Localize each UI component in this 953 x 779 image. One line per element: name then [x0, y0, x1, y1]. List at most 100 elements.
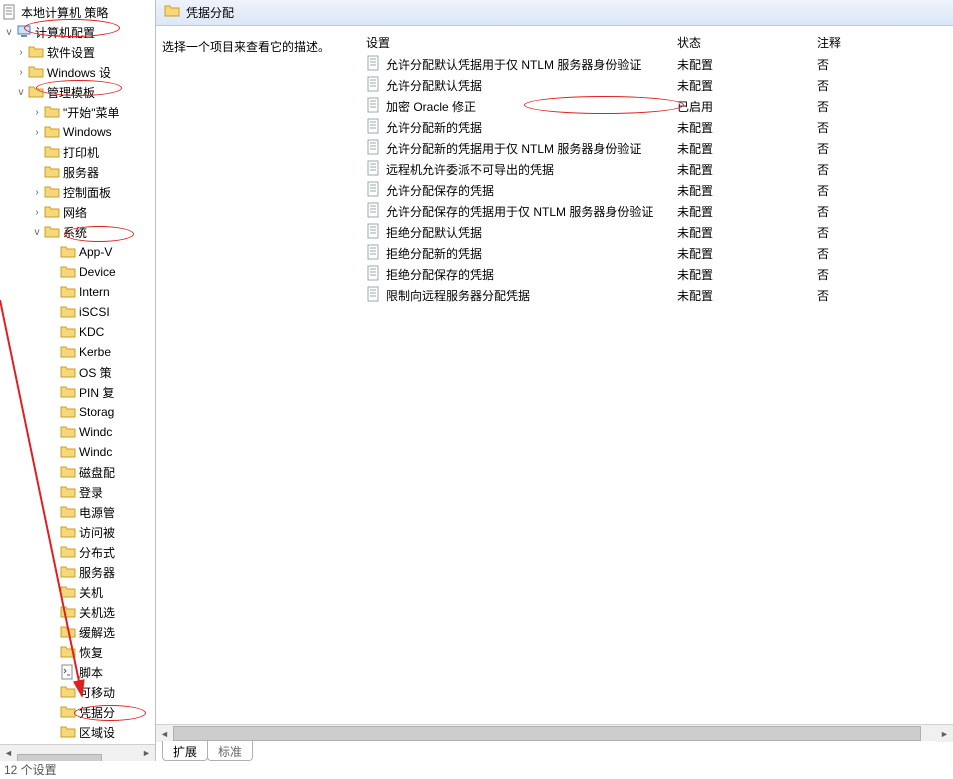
tree-item[interactable]: 可移动 [0, 682, 155, 702]
tree-computer-config[interactable]: v 计算机配置 [0, 22, 155, 42]
expander-icon[interactable]: › [30, 207, 44, 218]
tree-item[interactable]: v系统 [0, 222, 155, 242]
tree-item[interactable]: 访问被 [0, 522, 155, 542]
expander-icon[interactable]: › [30, 127, 44, 138]
tree-item[interactable]: Windc [0, 442, 155, 462]
scroll-left-icon[interactable]: ◄ [0, 745, 17, 762]
tree-item[interactable]: ›网络 [0, 202, 155, 222]
col-note[interactable]: 注释 [813, 34, 953, 51]
tree-item[interactable]: Windc [0, 422, 155, 442]
tree-label: 关机 [79, 584, 103, 601]
setting-label: 拒绝分配默认凭据 [386, 224, 482, 241]
tree-label: Device [79, 265, 116, 279]
tree-item[interactable]: 磁盘配 [0, 462, 155, 482]
tree-item[interactable]: iSCSI [0, 302, 155, 322]
folder-icon [60, 704, 76, 720]
tab-standard[interactable]: 标准 [207, 741, 253, 761]
expander-icon[interactable]: › [14, 67, 28, 78]
list-row[interactable]: 拒绝分配新的凭据未配置否 [362, 243, 953, 264]
horizontal-scrollbar[interactable]: ◄ ► [0, 744, 155, 761]
status-bar: 12 个设置 [0, 761, 57, 779]
col-setting[interactable]: 设置 [362, 34, 673, 51]
tree-item[interactable]: 登录 [0, 482, 155, 502]
tab-extended[interactable]: 扩展 [162, 741, 208, 761]
tree-item[interactable]: 缓解选 [0, 622, 155, 642]
scroll-left-icon[interactable]: ◄ [156, 725, 173, 742]
tree-item[interactable]: PIN 复 [0, 382, 155, 402]
tree-item[interactable]: OS 策 [0, 362, 155, 382]
list-row[interactable]: 加密 Oracle 修正已启用否 [362, 96, 953, 117]
tree-item[interactable]: Intern [0, 282, 155, 302]
list-row[interactable]: 允许分配默认凭据未配置否 [362, 75, 953, 96]
folder-icon [60, 584, 76, 600]
list-row[interactable]: 拒绝分配保存的凭据未配置否 [362, 264, 953, 285]
list-row[interactable]: 允许分配新的凭据未配置否 [362, 117, 953, 138]
tree-label: 服务器 [63, 164, 99, 181]
tree-label: 区域设 [79, 724, 115, 741]
setting-label: 允许分配新的凭据用于仅 NTLM 服务器身份验证 [386, 140, 641, 157]
tree-item[interactable]: 电源管 [0, 502, 155, 522]
list-row[interactable]: 允许分配默认凭据用于仅 NTLM 服务器身份验证未配置否 [362, 54, 953, 75]
setting-note: 否 [813, 245, 953, 262]
setting-note: 否 [813, 98, 953, 115]
tree-item[interactable]: 服务器 [0, 562, 155, 582]
tree-item[interactable]: ›控制面板 [0, 182, 155, 202]
folder-icon [60, 684, 76, 700]
policy-icon [2, 4, 18, 20]
tree-item[interactable]: 关机 [0, 582, 155, 602]
expander-icon[interactable]: v [2, 27, 16, 38]
tree-item[interactable]: 恢复 [0, 642, 155, 662]
list-row[interactable]: 限制向远程服务器分配凭据未配置否 [362, 285, 953, 306]
tree-item[interactable]: App-V [0, 242, 155, 262]
tree-item[interactable]: v管理模板 [0, 82, 155, 102]
tree-label: Storag [79, 405, 114, 419]
tree-item[interactable]: 区域设 [0, 722, 155, 742]
scroll-right-icon[interactable]: ► [936, 725, 953, 742]
tree-item[interactable]: 脚本 [0, 662, 155, 682]
tree-root-item[interactable]: 本地计算机 策略 [0, 2, 155, 22]
scroll-thumb[interactable] [173, 726, 921, 741]
folder-icon [44, 224, 60, 240]
tree-label: OS 策 [79, 364, 112, 381]
list-row[interactable]: 远程机允许委派不可导出的凭据未配置否 [362, 159, 953, 180]
setting-icon [366, 265, 382, 284]
tree-item[interactable]: 分布式 [0, 542, 155, 562]
list-row[interactable]: 允许分配保存的凭据用于仅 NTLM 服务器身份验证未配置否 [362, 201, 953, 222]
tree-item[interactable]: › "开始"菜单 [0, 102, 155, 122]
scroll-thumb[interactable] [17, 754, 102, 761]
tree-item[interactable]: 关机选 [0, 602, 155, 622]
scroll-track[interactable] [173, 725, 936, 741]
tree-item[interactable]: ›Windows 设 [0, 62, 155, 82]
tree-item[interactable]: Device [0, 262, 155, 282]
expander-icon[interactable]: v [30, 227, 44, 238]
list-row[interactable]: 允许分配新的凭据用于仅 NTLM 服务器身份验证未配置否 [362, 138, 953, 159]
tree-item[interactable]: Kerbe [0, 342, 155, 362]
expander-icon[interactable]: › [30, 107, 44, 118]
tree-label: 缓解选 [79, 624, 115, 641]
tree-label: 打印机 [63, 144, 99, 161]
list-row[interactable]: 拒绝分配默认凭据未配置否 [362, 222, 953, 243]
col-state[interactable]: 状态 [673, 34, 813, 51]
tree-item[interactable]: 打印机 [0, 142, 155, 162]
expander-icon[interactable]: v [14, 87, 28, 98]
tree-label: "开始"菜单 [63, 104, 120, 121]
setting-note: 否 [813, 224, 953, 241]
tree-item[interactable]: 服务器 [0, 162, 155, 182]
folder-icon [60, 264, 76, 280]
folder-icon [60, 484, 76, 500]
tree-item[interactable]: KDC [0, 322, 155, 342]
scroll-right-icon[interactable]: ► [138, 745, 155, 762]
tree-label: 凭据分 [79, 704, 115, 721]
expander-icon[interactable]: › [30, 187, 44, 198]
tree-item[interactable]: ›软件设置 [0, 42, 155, 62]
folder-icon [60, 304, 76, 320]
setting-label: 允许分配新的凭据 [386, 119, 482, 136]
list-row[interactable]: 允许分配保存的凭据未配置否 [362, 180, 953, 201]
content-area: 选择一个项目来查看它的描述。 设置 状态 注释 允许分配默认凭据用于仅 NTLM… [156, 26, 953, 761]
tree-item[interactable]: 凭据分 [0, 702, 155, 722]
tree-label: 本地计算机 策略 [21, 4, 108, 21]
expander-icon[interactable]: › [14, 47, 28, 58]
tree-item[interactable]: ›Windows [0, 122, 155, 142]
tree-item[interactable]: Storag [0, 402, 155, 422]
horizontal-scrollbar[interactable]: ◄ ► [156, 724, 953, 741]
